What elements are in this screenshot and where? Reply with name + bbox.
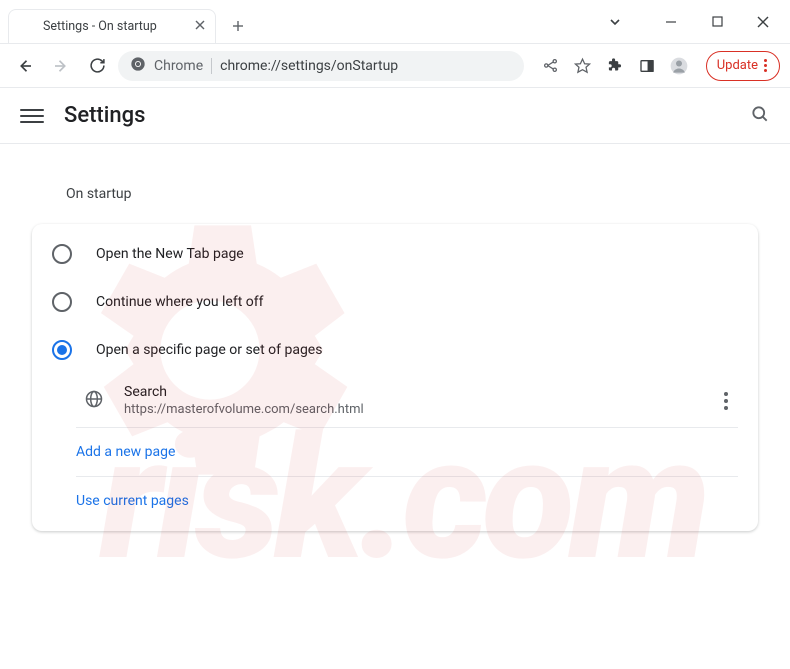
window-titlebar: Settings - On startup (0, 0, 790, 44)
page-url: https://masterofvolume.com/search.html (124, 402, 694, 417)
share-icon[interactable] (536, 51, 566, 81)
use-current-pages-link[interactable]: Use current pages (76, 477, 738, 525)
profile-icon[interactable] (664, 51, 694, 81)
menu-dots-icon (764, 59, 767, 72)
tab-close-icon[interactable] (195, 19, 205, 34)
tab-title: Settings - On startup (43, 19, 157, 34)
option-specific-pages[interactable]: Open a specific page or set of pages (32, 326, 758, 374)
startup-pages-list: Search https://masterofvolume.com/search… (76, 374, 738, 525)
radio-icon (52, 244, 72, 264)
tab-search-icon[interactable] (592, 6, 638, 38)
address-bar[interactable]: Chrome chrome://settings/onStartup (118, 51, 524, 81)
url-path: chrome://settings/onStartup (220, 58, 398, 74)
page-menu-button[interactable] (714, 386, 738, 416)
menu-icon[interactable] (20, 104, 44, 128)
browser-toolbar: Chrome chrome://settings/onStartup Updat… (0, 44, 790, 88)
option-label: Open a specific page or set of pages (96, 342, 322, 358)
search-icon[interactable] (750, 104, 770, 128)
radio-icon (52, 340, 72, 360)
back-button[interactable] (10, 51, 40, 81)
settings-header: Settings (0, 88, 790, 144)
gear-icon (21, 18, 35, 36)
option-label: Open the New Tab page (96, 246, 244, 262)
url-scheme: Chrome (154, 58, 203, 74)
startup-page-row: Search https://masterofvolume.com/search… (76, 374, 738, 428)
update-button[interactable]: Update (706, 51, 780, 81)
minimize-button[interactable] (648, 6, 694, 38)
radio-icon (52, 292, 72, 312)
window-controls (592, 0, 790, 43)
update-label: Update (717, 58, 758, 73)
reload-button[interactable] (82, 51, 112, 81)
close-window-button[interactable] (740, 6, 786, 38)
option-label: Continue where you left off (96, 294, 264, 310)
maximize-button[interactable] (694, 6, 740, 38)
startup-card: Open the New Tab page Continue where you… (32, 224, 758, 531)
add-new-page-link[interactable]: Add a new page (76, 428, 738, 477)
new-tab-button[interactable] (224, 12, 252, 40)
section-title: On startup (66, 186, 758, 202)
settings-content: On startup Open the New Tab page Continu… (0, 144, 790, 555)
chrome-logo-icon (130, 56, 146, 76)
option-new-tab[interactable]: Open the New Tab page (32, 230, 758, 278)
globe-icon (84, 389, 104, 413)
browser-tab[interactable]: Settings - On startup (8, 9, 216, 43)
forward-button[interactable] (46, 51, 76, 81)
side-panel-icon[interactable] (632, 51, 662, 81)
extensions-icon[interactable] (600, 51, 630, 81)
bookmark-icon[interactable] (568, 51, 598, 81)
option-continue[interactable]: Continue where you left off (32, 278, 758, 326)
page-title: Settings (64, 103, 145, 128)
page-info: Search https://masterofvolume.com/search… (124, 384, 694, 417)
page-name: Search (124, 384, 694, 400)
url-divider (211, 58, 212, 74)
